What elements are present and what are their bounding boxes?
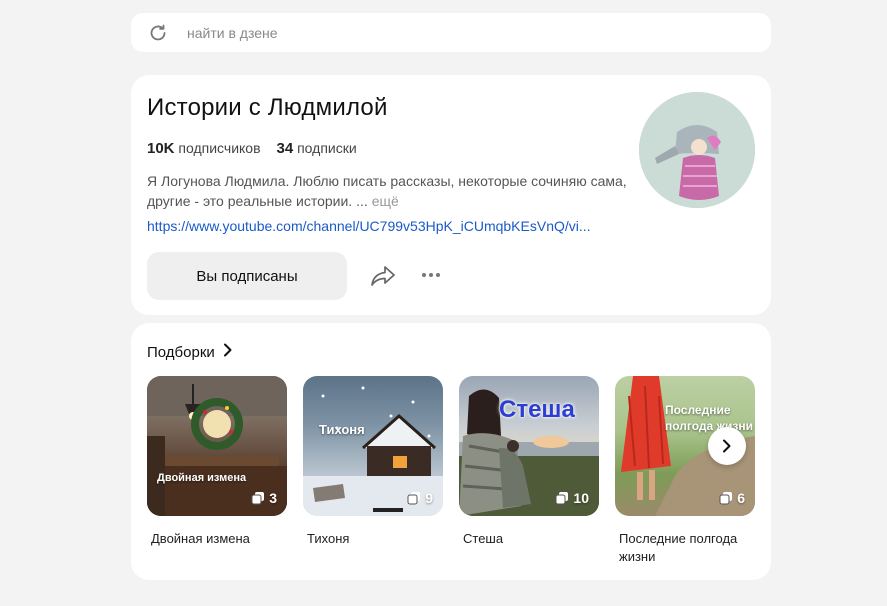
collection-item[interactable]: Тихоня 9 Тихоня xyxy=(303,376,443,566)
collection-cover: Тихоня 9 xyxy=(303,376,443,516)
collection-item[interactable]: Последние полгода жизни 6 Последние полг… xyxy=(615,376,755,566)
collection-item[interactable]: Стеша 10 Стеша xyxy=(459,376,599,566)
channel-title: Истории с Людмилой xyxy=(147,94,388,121)
search-input[interactable] xyxy=(187,24,587,41)
collections-heading: Подборки xyxy=(147,343,215,361)
collections-header[interactable]: Подборки xyxy=(147,343,233,361)
chevron-right-icon xyxy=(723,439,731,453)
collection-title: Тихоня xyxy=(307,531,350,546)
collection-cover-caption: Последние полгода жизни xyxy=(665,403,754,433)
collection-count: 3 xyxy=(251,490,277,506)
collection-item[interactable]: Двойная измена 3 Двойная измена xyxy=(147,376,287,566)
subscribers-stat[interactable]: 10K подписчиков xyxy=(147,140,261,157)
subscriptions-count: 34 xyxy=(276,140,294,157)
collection-count-value: 6 xyxy=(737,490,745,506)
collection-title: Двойная измена xyxy=(151,531,250,546)
more-link[interactable]: ещё xyxy=(372,193,399,209)
channel-avatar xyxy=(639,92,755,208)
collection-count-value: 3 xyxy=(269,490,277,506)
search-refresh-icon xyxy=(147,22,169,44)
collection-title: Последние полгода жизни xyxy=(619,531,738,564)
channel-external-link[interactable]: https://www.youtube.com/channel/UC799v53… xyxy=(147,218,591,234)
subscriptions-stat[interactable]: 34 подписки xyxy=(277,140,357,157)
stack-icon xyxy=(719,492,733,505)
stack-icon xyxy=(251,492,265,505)
collection-count: 10 xyxy=(555,490,589,506)
collections-card: Подборки Двойная измена 3 Двойная измена… xyxy=(131,323,771,580)
channel-description: Я Логунова Людмила. Люблю писать рассказ… xyxy=(147,171,627,211)
search-bar[interactable] xyxy=(131,13,771,52)
stack-icon xyxy=(555,492,569,505)
collection-count: 6 xyxy=(719,490,745,506)
collection-count-value: 9 xyxy=(425,490,433,506)
subscriptions-label: подписки xyxy=(297,140,357,156)
subscribers-label: подписчиков xyxy=(178,140,261,156)
collection-title: Стеша xyxy=(463,531,504,546)
subscribers-count: 10K xyxy=(147,140,175,157)
channel-stats: 10K подписчиков 34 подписки xyxy=(147,140,357,157)
collection-cover-caption: Двойная измена xyxy=(157,472,247,484)
collections-list: Двойная измена 3 Двойная измена Тихоня 9… xyxy=(147,376,755,566)
collection-count: 9 xyxy=(407,490,433,506)
collection-cover: Двойная измена 3 xyxy=(147,376,287,516)
stack-icon xyxy=(407,492,421,505)
collection-cover-caption: Тихоня xyxy=(319,422,365,437)
more-options-icon[interactable] xyxy=(418,267,444,283)
carousel-next-button[interactable] xyxy=(708,427,746,465)
subscribed-button[interactable]: Вы подписаны xyxy=(147,252,347,300)
channel-card: Истории с Людмилой 10K подписчиков 34 по… xyxy=(131,75,771,315)
share-icon[interactable] xyxy=(369,263,397,289)
collection-cover: Стеша 10 xyxy=(459,376,599,516)
chevron-right-icon xyxy=(223,343,233,361)
collection-cover-caption: Стеша xyxy=(499,396,575,423)
collection-count-value: 10 xyxy=(573,490,589,506)
